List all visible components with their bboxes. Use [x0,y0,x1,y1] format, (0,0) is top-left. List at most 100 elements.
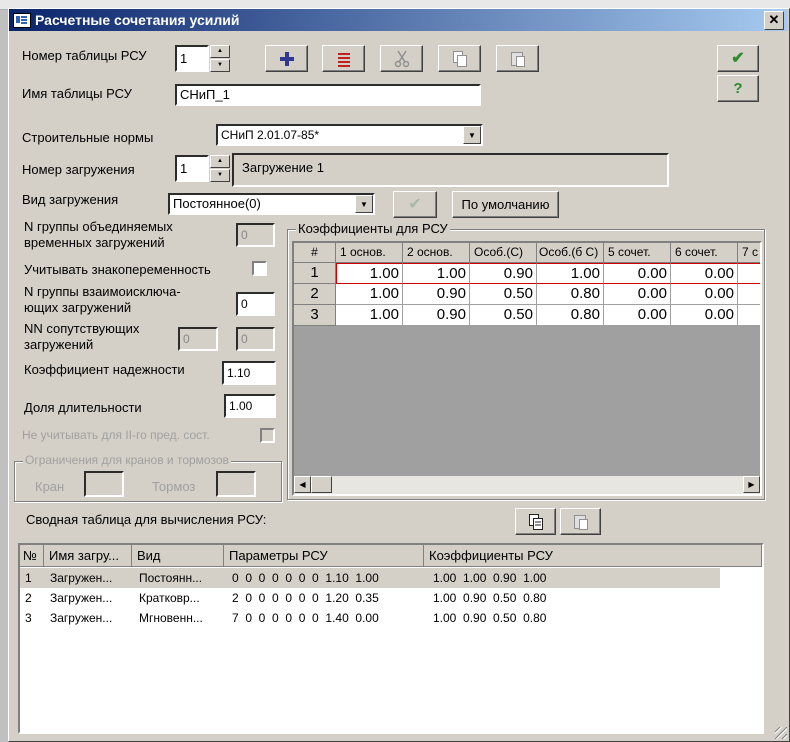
grid-cell[interactable]: 1.00 [336,284,403,305]
grid-cell[interactable]: 1.00 [336,263,403,284]
crane-input [84,471,124,497]
nn-input-2: 0 [236,327,275,351]
grid-header[interactable]: 1 основ. [336,243,403,263]
table-row[interactable]: 1 Загружен... Постоянн... 0 0 0 0 0 0 0 … [20,568,720,588]
brake-label: Тормоз [152,479,196,494]
background-window-edge [0,10,8,742]
chevron-down-icon[interactable]: ▼ [463,126,481,144]
grid-header[interactable]: Особ.(С) [470,243,537,263]
grid-cell[interactable]: 0.00 [671,305,738,326]
close-button[interactable]: ✕ [764,11,784,30]
summary-table[interactable]: № Имя загру... Вид Параметры РСУ Коэффиц… [18,543,764,734]
grid-cell[interactable]: 0.00 [604,284,671,305]
resize-grip-icon[interactable] [775,727,787,739]
summary-copy-button[interactable] [515,508,556,535]
apply-button[interactable]: ✔ [393,191,437,218]
grid-cell[interactable]: 0.50 [470,305,537,326]
grid-header[interactable]: Особ.(б С) [537,243,604,263]
scroll-thumb[interactable] [311,476,332,493]
add-icon [279,52,294,66]
grid-row-header[interactable]: 2 [294,284,336,305]
delete-button[interactable] [322,45,365,72]
duration-input[interactable]: 1.00 [224,394,276,418]
copy-button[interactable] [438,45,481,72]
grid-cell[interactable]: 1.00 [537,263,604,284]
horizontal-scrollbar[interactable]: ◀ ▶ [294,476,760,494]
sign-variable-label: Учитывать знакопеременность [24,262,211,277]
grid-cell[interactable]: 0.80 [537,284,604,305]
paste-icon [573,515,588,530]
copy-icon [452,51,467,67]
scroll-left-icon[interactable]: ◀ [294,476,311,493]
grid-cell[interactable] [738,305,760,326]
ok-button[interactable]: ✔ [717,45,759,72]
row-number: 1 [25,571,32,585]
grid-cell[interactable]: 0.90 [470,263,537,284]
spin-up-icon[interactable]: ▲ [210,45,230,58]
grid-cell[interactable]: 0.00 [604,305,671,326]
grid-row-header[interactable]: 3 [294,305,336,326]
scroll-right-icon[interactable]: ▶ [743,476,760,493]
chevron-down-icon[interactable]: ▼ [355,195,373,213]
grid-cell[interactable] [738,263,760,284]
grid-header: # [294,243,336,263]
copy-icon [528,514,543,530]
load-number-input[interactable]: 1 [175,155,209,182]
table-number-input[interactable]: 1 [175,45,209,72]
grid-header[interactable]: 2 основ. [403,243,470,263]
load-number-spinner[interactable]: ▲ ▼ [210,155,230,182]
grid-header[interactable]: 5 сочет. [604,243,671,263]
help-button[interactable]: ? [717,75,759,102]
spin-down-icon[interactable]: ▼ [210,169,230,182]
grid-cell[interactable]: 0.80 [537,305,604,326]
row-params: 7 0 0 0 0 0 0 1.40 0.00 [232,611,379,625]
table-number-spinner[interactable]: ▲ ▼ [210,45,230,72]
add-button[interactable] [265,45,308,72]
grid-cell[interactable] [738,284,760,305]
reliability-input[interactable]: 1.10 [222,361,276,385]
row-params: 2 0 0 0 0 0 0 1.20 0.35 [232,591,379,605]
summary-paste-button[interactable] [560,508,601,535]
spin-down-icon[interactable]: ▼ [210,59,230,72]
cut-button[interactable] [380,45,423,72]
column-header[interactable]: Параметры РСУ [224,545,424,567]
grid-cell[interactable]: 1.00 [336,305,403,326]
paste-button[interactable] [496,45,539,72]
default-button[interactable]: По умолчанию [452,191,559,218]
load-type-value: Постоянное(0) [173,196,261,211]
table-row[interactable]: 3 Загружен... Мгновенн... 7 0 0 0 0 0 0 … [20,608,720,628]
row-number: 2 [25,591,32,605]
grid-header[interactable]: 7 с [738,243,760,263]
grid-cell[interactable]: 0.90 [403,284,470,305]
grid-cell[interactable]: 0.90 [403,305,470,326]
grid-header[interactable]: 6 сочет. [671,243,738,263]
table-row[interactable]: 2 Загружен... Кратковр... 2 0 0 0 0 0 0 … [20,588,720,608]
norms-label: Строительные нормы [22,130,154,145]
table-name-input[interactable]: СНиП_1 [175,84,481,106]
column-header[interactable]: Вид [132,545,224,567]
grid-cell[interactable]: 0.00 [604,263,671,284]
paste-icon [510,52,525,67]
ignore-checkbox [260,428,275,443]
load-type-select[interactable]: Постоянное(0) ▼ [168,193,375,215]
column-header[interactable]: № [20,545,44,567]
spin-up-icon[interactable]: ▲ [210,155,230,168]
grid-cell[interactable]: 0.00 [671,263,738,284]
grid-cell[interactable]: 1.00 [403,263,470,284]
coef-grid[interactable]: # 1 основ. 2 основ. Особ.(С) Особ.(б С) … [292,241,762,496]
grid-row-header[interactable]: 1 [294,263,336,284]
grid-cell[interactable]: 0.00 [671,284,738,305]
column-header[interactable]: Коэффициенты РСУ [424,545,762,567]
norms-select[interactable]: СНиП 2.01.07-85* ▼ [216,124,483,146]
grid-cell[interactable]: 0.50 [470,284,537,305]
load-type-label: Вид загружения [22,192,119,207]
sign-variable-checkbox[interactable] [252,261,267,276]
row-type: Мгновенн... [139,611,203,625]
title-bar[interactable]: Расчетные сочетания усилий ✕ [9,9,788,31]
app-icon [13,13,31,28]
nn-input-1: 0 [178,327,218,351]
group-mutual-input[interactable]: 0 [236,292,275,316]
row-coefs: 1.00 1.00 0.90 1.00 [433,571,547,585]
row-params: 0 0 0 0 0 0 0 1.10 1.00 [232,571,379,585]
column-header[interactable]: Имя загру... [44,545,132,567]
